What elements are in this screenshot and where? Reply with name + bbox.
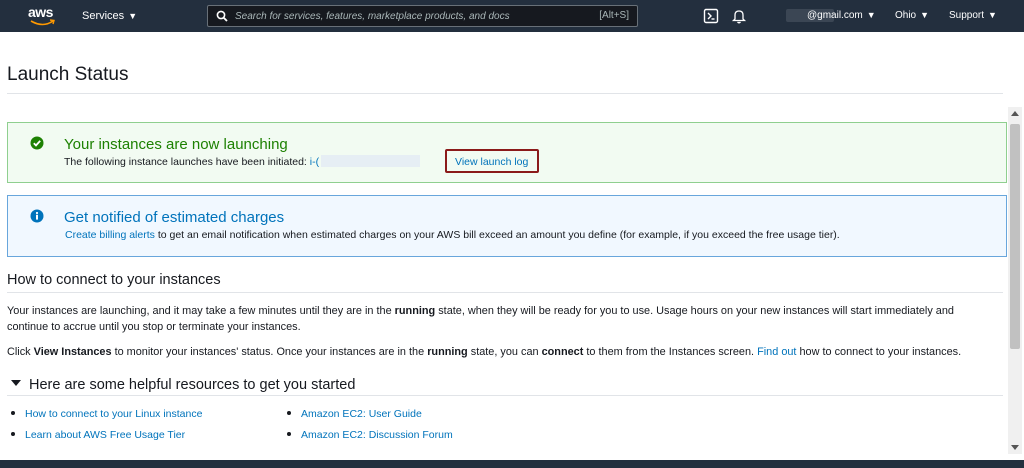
divider <box>7 93 1003 94</box>
view-launch-log-highlight: View launch log <box>445 149 539 173</box>
view-launch-log-link[interactable]: View launch log <box>455 156 528 168</box>
bullet <box>287 432 291 436</box>
text: state, you can <box>470 346 539 358</box>
caret-down-icon: ▼ <box>128 11 138 21</box>
find-out-link[interactable]: Find out <box>757 346 796 358</box>
bell-icon[interactable] <box>731 8 747 24</box>
resources-toggle-heading[interactable]: Here are some helpful resources to get y… <box>11 377 355 393</box>
text: how to connect to your instances. <box>799 346 962 358</box>
redacted-instance-id <box>321 155 421 167</box>
connect-paragraph-2: Click View Instances to monitor your ins… <box>7 344 997 360</box>
page-title: Launch Status <box>7 64 129 85</box>
bullet <box>287 411 291 415</box>
list-item: Amazon EC2: Discussion Forum <box>287 429 453 441</box>
bullet <box>11 432 15 436</box>
text: Click <box>7 346 31 358</box>
text: to monitor your instances' status. Once … <box>114 346 425 358</box>
account-menu-button[interactable]: @gmail.com ▼ <box>807 10 876 21</box>
alert-body-text: to get an email notification when estima… <box>157 229 840 241</box>
text: to them from the Instances screen. <box>586 346 755 358</box>
resource-link[interactable]: Amazon EC2: User Guide <box>301 408 422 420</box>
footer-bar <box>0 460 1024 468</box>
bold-text: running <box>427 346 468 358</box>
aws-logo[interactable]: aws <box>28 4 58 28</box>
account-email: @gmail.com <box>807 10 863 21</box>
list-item: Amazon EC2: User Guide <box>287 408 422 420</box>
alert-title: Your instances are now launching <box>64 136 288 153</box>
alert-title: Get notified of estimated charges <box>64 209 285 226</box>
caret-down-icon <box>11 380 21 386</box>
search-box[interactable]: [Alt+S] <box>207 5 638 27</box>
caret-down-icon: ▼ <box>920 10 930 20</box>
divider <box>7 292 1003 293</box>
connect-paragraph-1: Your instances are launching, and it may… <box>7 303 997 335</box>
bold-text: connect <box>541 346 584 358</box>
info-icon <box>30 209 44 223</box>
search-input[interactable] <box>235 6 575 26</box>
search-icon <box>216 10 228 22</box>
support-menu-button[interactable]: Support ▼ <box>949 10 997 21</box>
top-navigation-bar: aws Services▼ [Alt+S] @gmail.com▼ Ohio▼ … <box>0 0 1024 32</box>
launch-success-alert: Your instances are now launching The fol… <box>7 122 1007 183</box>
instance-id-link[interactable]: i-( <box>309 155 421 168</box>
create-billing-alerts-link[interactable]: Create billing alerts <box>65 229 155 241</box>
caret-down-icon: ▼ <box>866 10 876 20</box>
check-circle-icon <box>30 136 44 150</box>
resource-link[interactable]: How to connect to your Linux instance <box>25 408 202 420</box>
section-heading: How to connect to your instances <box>7 272 221 288</box>
scroll-down-arrow-icon[interactable] <box>1011 445 1019 450</box>
resource-link[interactable]: Learn about AWS Free Usage Tier <box>25 429 185 441</box>
services-label: Services <box>82 10 125 22</box>
support-label: Support <box>949 10 985 21</box>
search-shortcut-hint: [Alt+S] <box>599 10 629 21</box>
alert-body-text: The following instance launches have bee… <box>64 156 307 168</box>
resource-link[interactable]: Amazon EC2: Discussion Forum <box>301 429 453 441</box>
region-label: Ohio <box>895 10 917 21</box>
scroll-up-arrow-icon[interactable] <box>1011 111 1019 116</box>
list-item: How to connect to your Linux instance <box>11 408 202 420</box>
cloudshell-icon[interactable] <box>703 8 719 24</box>
billing-info-alert: Get notified of estimated charges Create… <box>7 195 1007 257</box>
resources-heading-label: Here are some helpful resources to get y… <box>29 377 356 393</box>
vertical-scrollbar[interactable] <box>1008 107 1022 454</box>
aws-smile-icon <box>30 19 55 26</box>
instance-id-prefix: i-( <box>309 156 320 168</box>
scrollbar-thumb[interactable] <box>1010 124 1020 349</box>
divider <box>7 395 1003 396</box>
bullet <box>11 411 15 415</box>
caret-down-icon: ▼ <box>988 10 997 20</box>
bold-text: running <box>394 305 436 317</box>
text: Your instances are launching, and it may… <box>7 305 392 317</box>
bold-text: View Instances <box>33 346 112 358</box>
region-menu-button[interactable]: Ohio ▼ <box>895 10 929 21</box>
list-item: Learn about AWS Free Usage Tier <box>11 429 185 441</box>
services-menu-button[interactable]: Services ▼ <box>82 10 137 22</box>
aws-logo-text: aws <box>28 4 53 20</box>
alert-body: The following instance launches have bee… <box>64 155 421 168</box>
alert-body: Create billing alerts to get an email no… <box>65 229 840 241</box>
